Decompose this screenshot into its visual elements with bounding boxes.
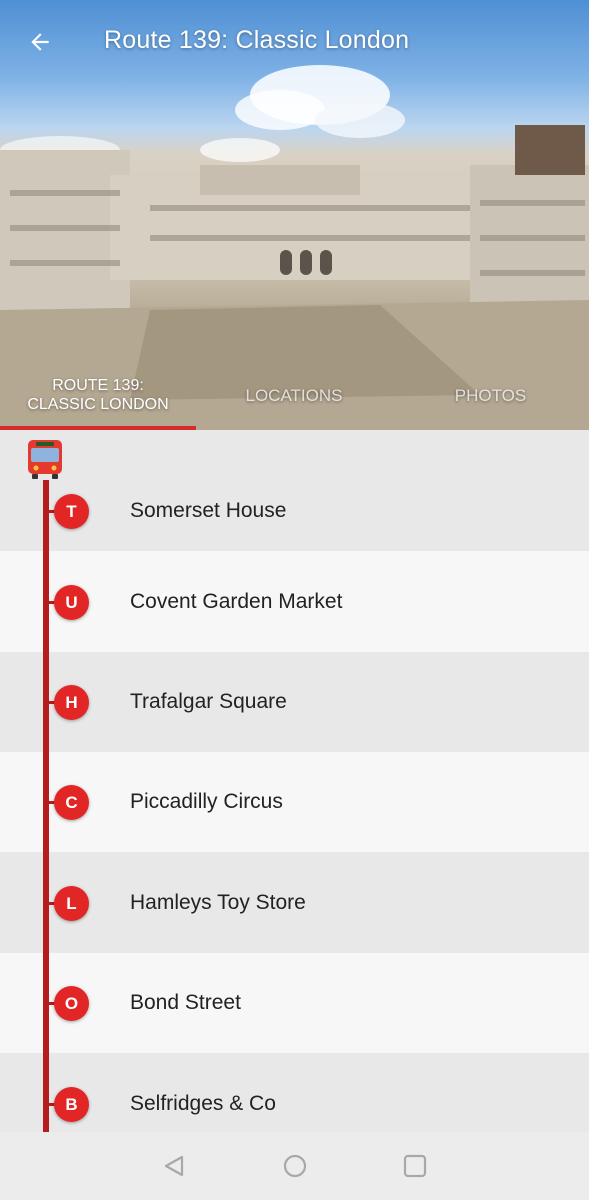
nav-recents-button[interactable] (401, 1152, 429, 1180)
stop-letter-badge: C (54, 785, 89, 820)
arrow-back-icon (31, 33, 49, 51)
nav-back-button[interactable] (160, 1152, 188, 1180)
home-circle-icon (283, 1154, 307, 1178)
list-item[interactable]: C Piccadilly Circus (0, 752, 589, 852)
tab-photos[interactable]: PHOTOS (392, 360, 589, 430)
tab-route-label-line1: ROUTE 139: (52, 377, 144, 394)
nav-home-button[interactable] (281, 1152, 309, 1180)
tab-bar: ROUTE 139: CLASSIC LONDON LOCATIONS PHOT… (0, 360, 589, 430)
back-triangle-icon (164, 1155, 184, 1177)
stop-letter-badge: L (54, 886, 89, 921)
tab-locations[interactable]: LOCATIONS (196, 360, 392, 430)
stop-name: Trafalgar Square (130, 690, 287, 713)
list-item[interactable]: T Somerset House (0, 430, 589, 551)
tab-route[interactable]: ROUTE 139: CLASSIC LONDON (0, 360, 196, 430)
system-nav-bar (0, 1132, 589, 1200)
list-item[interactable]: B Selfridges & Co (0, 1053, 589, 1132)
list-item[interactable]: U Covent Garden Market (0, 551, 589, 652)
stop-name: Hamleys Toy Store (130, 891, 306, 914)
stop-name: Piccadilly Circus (130, 790, 283, 813)
bus-icon (28, 440, 62, 479)
tab-route-label: ROUTE 139: CLASSIC LONDON (27, 376, 168, 414)
stop-name: Somerset House (130, 499, 287, 522)
tab-route-label-line2: CLASSIC LONDON (27, 396, 169, 413)
back-button[interactable] (20, 22, 60, 62)
stop-letter-badge: T (54, 494, 89, 529)
tab-photos-label: PHOTOS (454, 385, 527, 405)
stop-name: Covent Garden Market (130, 590, 343, 613)
page-title: Route 139: Classic London (104, 26, 410, 54)
stop-name: Selfridges & Co (130, 1092, 276, 1115)
list-item[interactable]: O Bond Street (0, 953, 589, 1053)
recents-square-icon (403, 1154, 427, 1178)
stop-letter-badge: O (54, 986, 89, 1021)
app-bar: Route 139: Classic London (0, 0, 589, 84)
stop-letter-badge: B (54, 1087, 89, 1122)
header-photo: Route 139: Classic London ROUTE 139: CLA… (0, 0, 589, 430)
list-item[interactable]: L Hamleys Toy Store (0, 852, 589, 953)
tab-locations-label: LOCATIONS (245, 385, 343, 405)
stop-letter-badge: U (54, 585, 89, 620)
stop-letter-badge: H (54, 685, 89, 720)
route-line (43, 480, 49, 1132)
stop-name: Bond Street (130, 991, 241, 1014)
list-item[interactable]: H Trafalgar Square (0, 652, 589, 752)
stops-list: T Somerset House U Covent Garden Market H Tra… (0, 430, 589, 1132)
